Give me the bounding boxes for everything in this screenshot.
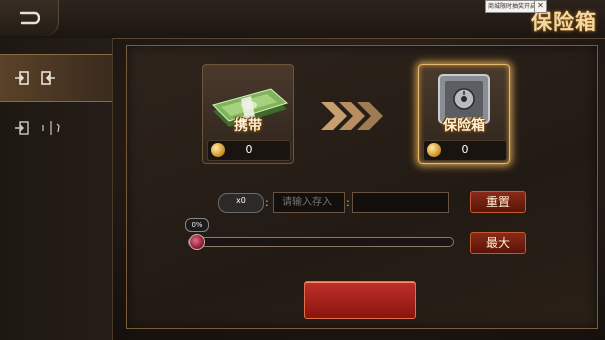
sidebar-item-withdraw[interactable] [0,104,112,152]
notice-tooltip: 商城限时抽奖开启~ [485,0,538,13]
deposit-icon [15,71,29,85]
reset-button[interactable]: 重置 [470,191,526,213]
amount-slider-track[interactable] [188,237,454,247]
amount-input[interactable] [273,192,345,213]
safe-door-icon [41,71,55,85]
confirm-button[interactable] [304,281,416,319]
carry-value: 0 [245,143,253,156]
safe-card: 保险箱 0 [418,64,510,164]
safe-box-screen: 保险箱 商城限时抽奖开启~ ✕ 携带 0 保险箱 0 x0: 请输入存入: … [0,0,605,340]
amount-chip: x0 [218,193,264,213]
colon-separator: : [346,196,350,209]
back-button[interactable] [0,0,59,36]
safe-value: 0 [461,143,469,156]
safe-label: 保险箱 [443,118,485,134]
sidebar [0,38,113,340]
safe-value-box: 0 [423,140,507,161]
carry-label: 携带 [234,118,262,134]
carry-value-box: 0 [207,140,291,161]
amount-badge: x0 [236,196,246,205]
tooltip-close-button[interactable]: ✕ [534,0,547,13]
max-button[interactable]: 最大 [470,232,526,254]
withdraw-icon [15,121,29,135]
transfer-arrows-icon [321,102,383,130]
divider-icon [42,121,60,135]
amount-slider-handle[interactable] [189,234,205,250]
colon-separator: : [265,196,269,209]
sidebar-item-deposit[interactable] [0,54,112,102]
carry-card: 携带 0 [202,64,294,164]
percent-tag: 0% [185,218,209,232]
back-arrow-icon [19,11,40,25]
amount-input-extension[interactable] [352,192,449,213]
